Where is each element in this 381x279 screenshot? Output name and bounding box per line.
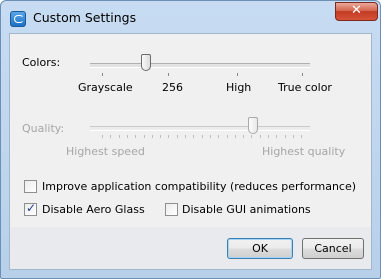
disable-aero-label[interactable]: Disable Aero Glass [42, 203, 145, 216]
quality-tick [251, 135, 253, 138]
disable-gui-animations-label[interactable]: Disable GUI animations [182, 203, 311, 216]
quality-tick [284, 135, 286, 138]
quality-tick [226, 135, 228, 138]
colors-tick-label-grayscale: Grayscale [78, 81, 133, 94]
disable-gui-animations-checkbox[interactable] [165, 203, 178, 216]
quality-tick [176, 135, 178, 138]
custom-settings-window: Custom Settings ✕ Colors: Grayscale 256 … [0, 0, 381, 279]
colors-tick-label-256: 256 [162, 81, 183, 94]
disable-aero-checkbox[interactable] [24, 201, 37, 216]
quality-tick [209, 135, 211, 138]
close-button[interactable]: ✕ [335, 2, 378, 21]
quality-tick [126, 135, 128, 138]
colors-tick [168, 73, 169, 76]
quality-slider-track [90, 126, 310, 131]
quality-tick [160, 135, 162, 138]
quality-slider-thumb [248, 117, 258, 134]
compat-label[interactable]: Improve application compatibility (reduc… [42, 180, 356, 193]
quality-tick [110, 135, 112, 138]
close-icon: ✕ [351, 3, 362, 18]
quality-high-label: Highest quality [262, 145, 346, 158]
quality-tick [268, 135, 269, 138]
button-bar: OK Cancel [10, 227, 371, 269]
quality-tick [102, 135, 103, 138]
quality-tick [193, 135, 195, 138]
colors-slider-track[interactable] [90, 63, 310, 68]
compat-checkbox[interactable] [24, 180, 37, 193]
colors-tick-label-high: High [226, 81, 252, 94]
cancel-button[interactable]: Cancel [302, 238, 364, 259]
quality-tick [168, 135, 170, 138]
quality-tick [135, 135, 137, 138]
app-icon [10, 11, 26, 27]
quality-tick [201, 135, 203, 138]
quality-tick [234, 135, 236, 138]
quality-tick [301, 135, 303, 138]
colors-tick-label-true-color: True color [278, 81, 332, 94]
quality-tick [118, 135, 120, 138]
colors-slider-thumb[interactable] [141, 54, 151, 71]
dialog-body: Colors: Grayscale 256 High True color Qu… [9, 33, 372, 270]
colors-tick [237, 73, 238, 76]
colors-tick [302, 73, 303, 76]
quality-low-label: Highest speed [66, 145, 145, 158]
ok-button[interactable]: OK [227, 238, 293, 259]
quality-tick [185, 135, 186, 138]
colors-label: Colors: [22, 56, 61, 69]
colors-tick [102, 73, 103, 76]
quality-tick [243, 135, 245, 138]
quality-tick [151, 135, 153, 138]
quality-tick [218, 135, 220, 138]
window-title: Custom Settings [33, 10, 137, 25]
quality-tick [276, 135, 278, 138]
quality-tick [259, 135, 261, 138]
quality-tick [143, 135, 145, 138]
quality-tick [292, 135, 294, 138]
title-bar[interactable]: Custom Settings ✕ [1, 1, 380, 33]
quality-label: Quality: [22, 122, 65, 135]
